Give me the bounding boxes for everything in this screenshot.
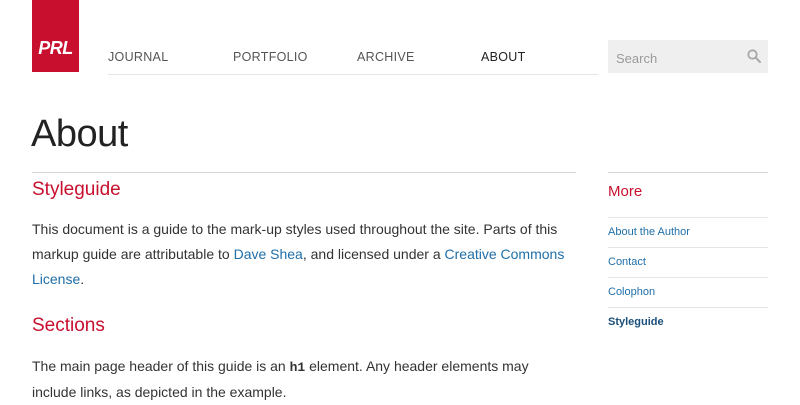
nav-item-journal[interactable]: JOURNAL bbox=[108, 50, 168, 64]
sections-paragraph: The main page header of this guide is an… bbox=[32, 354, 572, 405]
nav-item-portfolio[interactable]: PORTFOLIO bbox=[233, 50, 308, 64]
sections-text-1: The main page header of this guide is an bbox=[32, 358, 290, 374]
styleguide-paragraph: This document is a guide to the mark-up … bbox=[32, 217, 572, 292]
sidebar-item-contact[interactable]: Contact bbox=[608, 247, 768, 277]
sidebar-item-about-author[interactable]: About the Author bbox=[608, 217, 768, 247]
search-icon[interactable] bbox=[747, 49, 761, 63]
page-title: About bbox=[31, 113, 128, 155]
sidebar-item-colophon[interactable]: Colophon bbox=[608, 277, 768, 307]
site-logo[interactable]: PRL bbox=[32, 0, 79, 72]
logo-text: PRL bbox=[38, 38, 73, 58]
main-nav: JOURNAL PORTFOLIO ARCHIVE ABOUT bbox=[108, 40, 598, 75]
dave-shea-link[interactable]: Dave Shea bbox=[234, 246, 303, 262]
title-divider bbox=[32, 172, 576, 173]
h1-code: h1 bbox=[289, 360, 306, 375]
sidebar-list: About the Author Contact Colophon Styleg… bbox=[608, 217, 768, 337]
nav-item-archive[interactable]: ARCHIVE bbox=[357, 50, 415, 64]
search-input[interactable] bbox=[614, 47, 738, 69]
sidebar-divider bbox=[608, 172, 768, 173]
search-box bbox=[608, 40, 768, 73]
nav-item-about[interactable]: ABOUT bbox=[481, 50, 526, 64]
sidebar-item-styleguide[interactable]: Styleguide bbox=[608, 307, 768, 337]
section-heading-sections: Sections bbox=[32, 315, 105, 336]
styleguide-text-2: , and licensed under a bbox=[302, 246, 445, 262]
styleguide-text-3: . bbox=[80, 271, 85, 287]
sidebar-title: More bbox=[608, 183, 643, 200]
section-heading-styleguide: Styleguide bbox=[32, 179, 121, 200]
